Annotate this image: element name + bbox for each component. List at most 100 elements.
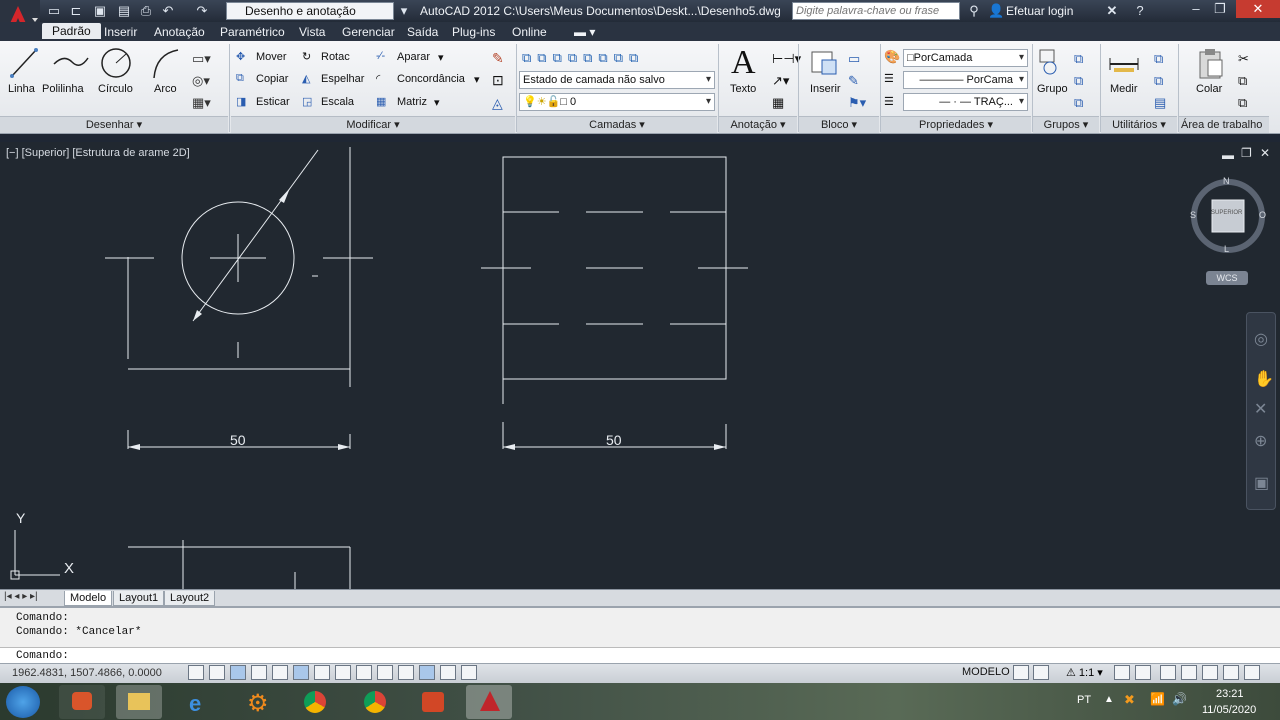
- network-icon[interactable]: 📶: [1150, 692, 1165, 706]
- clock-time[interactable]: 23:21: [1216, 688, 1244, 700]
- layer-state-select[interactable]: Estado de camada não salvo: [519, 71, 715, 89]
- tab-layout2[interactable]: Layout2: [164, 591, 216, 606]
- offset-icon[interactable]: ◬: [492, 95, 503, 112]
- hardware-acceleration-icon[interactable]: [1202, 665, 1218, 680]
- selection-cycling-button[interactable]: [461, 665, 477, 680]
- block-tool-icons[interactable]: ▭ ✎ ⚑▾: [848, 48, 866, 114]
- otrack-button[interactable]: [335, 665, 351, 680]
- internet-explorer-app[interactable]: e: [176, 685, 222, 719]
- chrome-app[interactable]: [292, 685, 338, 719]
- tab-anotacao[interactable]: Anotação: [154, 25, 205, 39]
- snap-mode-button[interactable]: [209, 665, 225, 680]
- redo-icon[interactable]: ↷: [194, 3, 210, 19]
- login-link[interactable]: Efetuar login: [1006, 4, 1073, 18]
- grid-display-button[interactable]: [230, 665, 246, 680]
- tab-parametrico[interactable]: Paramétrico: [220, 25, 285, 39]
- tool-mover[interactable]: Mover: [256, 51, 287, 63]
- open-file-icon[interactable]: ⊏: [68, 3, 84, 19]
- viewport-close-icon[interactable]: ✕: [1260, 146, 1270, 160]
- tool-espelhar[interactable]: Espelhar: [321, 73, 364, 85]
- coordinates-readout[interactable]: 1962.4831, 1507.4866, 0.0000: [12, 667, 162, 679]
- tool-linha[interactable]: Linha: [8, 83, 35, 95]
- tab-plugins[interactable]: Plug-ins: [452, 25, 495, 39]
- print-icon[interactable]: ⎙: [138, 3, 154, 19]
- viewport-minimize-icon[interactable]: ▬: [1222, 148, 1234, 162]
- status-bar-menu-icon[interactable]: [1244, 665, 1260, 680]
- layout-nav-arrows[interactable]: |◂ ◂ ▸ ▸|: [4, 591, 38, 602]
- save-icon[interactable]: ▣: [92, 3, 108, 19]
- erase-icon[interactable]: ✎: [492, 50, 504, 67]
- start-button[interactable]: [6, 686, 40, 718]
- tool-copiar[interactable]: Copiar: [256, 73, 288, 85]
- panel-anotacao-title[interactable]: Anotação ▾: [719, 116, 797, 133]
- layer-select[interactable]: 💡☀🔓□ 0: [519, 93, 715, 111]
- tool-colar[interactable]: Colar: [1196, 83, 1222, 95]
- media-player-app[interactable]: [59, 685, 105, 719]
- wcs-menu[interactable]: WCS: [1206, 271, 1248, 285]
- color-select[interactable]: □PorCamada: [903, 49, 1028, 67]
- panel-desenhar-title[interactable]: Desenhar ▾: [0, 116, 228, 133]
- tab-inserir[interactable]: Inserir: [104, 25, 137, 39]
- workspace-switching-icon[interactable]: [1160, 665, 1176, 680]
- utility-tool-icons[interactable]: ⧉ ⧉ ▤: [1154, 48, 1166, 114]
- viewcube-north[interactable]: N: [1223, 176, 1230, 186]
- close-window-button[interactable]: ✕: [1236, 0, 1280, 18]
- chevron-down-icon[interactable]: ▾: [434, 96, 440, 109]
- chevron-down-icon[interactable]: ▾: [396, 3, 412, 19]
- viewport-restore-icon[interactable]: ❐: [1241, 146, 1252, 160]
- tray-app-icon[interactable]: ✖: [1124, 692, 1135, 708]
- tool-rotac[interactable]: Rotac: [321, 51, 350, 63]
- ducs-button[interactable]: [356, 665, 372, 680]
- panel-grupos-title[interactable]: Grupos ▾: [1033, 116, 1099, 133]
- tray-expand-icon[interactable]: ▲: [1104, 694, 1114, 705]
- tool-inserir[interactable]: Inserir: [810, 83, 841, 95]
- chevron-down-icon[interactable]: ▾: [474, 73, 480, 86]
- quick-view-drawings-button[interactable]: [1033, 665, 1049, 680]
- polar-tracking-button[interactable]: [272, 665, 288, 680]
- draw-extra-icons[interactable]: ▭▾ ◎▾ ▦▾: [192, 48, 220, 114]
- viewport-controls[interactable]: [−] [Superior] [Estrutura de arame 2D]: [6, 147, 190, 159]
- quick-view-layouts-button[interactable]: [1013, 665, 1029, 680]
- object-snap-button[interactable]: [293, 665, 309, 680]
- auto-scale-button[interactable]: [1135, 665, 1151, 680]
- layer-tool-icons[interactable]: ⧉⧉⧉⧉⧉⧉⧉⧉: [522, 50, 644, 66]
- tab-layout1[interactable]: Layout1: [113, 591, 165, 606]
- 3d-osnap-button[interactable]: [314, 665, 330, 680]
- ribbon-toggle-icon[interactable]: ▬ ▾: [574, 25, 595, 39]
- toolbar-lock-icon[interactable]: [1181, 665, 1197, 680]
- chrome-app-2[interactable]: [352, 685, 398, 719]
- drawing-canvas[interactable]: 50 50 Y X N S O L SUPERIOR WCS ◎ ✋ ✕ ⊕ ▣…: [0, 142, 1280, 590]
- tool-texto[interactable]: Texto: [730, 83, 756, 95]
- viewcube-south[interactable]: S: [1190, 210, 1196, 220]
- annotation-scale[interactable]: ⚠ 1:1 ▾: [1066, 666, 1103, 679]
- clock-date[interactable]: 11/05/2020: [1202, 704, 1256, 716]
- tool-circulo[interactable]: Círculo: [98, 83, 133, 95]
- language-indicator[interactable]: PT: [1077, 694, 1091, 706]
- save-as-icon[interactable]: ▤: [116, 3, 132, 19]
- new-file-icon[interactable]: ▭: [46, 3, 62, 19]
- panel-area-title[interactable]: Área de trabalho: [1179, 116, 1269, 133]
- tool-polilinha[interactable]: Polilinha: [42, 83, 84, 95]
- command-input[interactable]: Comando:: [0, 647, 1280, 663]
- dimension-icons[interactable]: ⊢⊣▾ ↗▾ ▦: [772, 48, 801, 114]
- tool-matriz[interactable]: Matriz: [397, 96, 427, 108]
- tool-escala[interactable]: Escala: [321, 96, 354, 108]
- ortho-mode-button[interactable]: [251, 665, 267, 680]
- settings-app[interactable]: ⚙: [236, 685, 282, 719]
- minimize-icon[interactable]: –: [1188, 1, 1204, 17]
- undo-icon[interactable]: ↶: [160, 3, 176, 19]
- tool-esticar[interactable]: Esticar: [256, 96, 290, 108]
- quick-properties-button[interactable]: [440, 665, 456, 680]
- powerpoint-app[interactable]: [410, 685, 456, 719]
- tool-arco[interactable]: Arco: [154, 83, 177, 95]
- binoculars-icon[interactable]: ⚲: [966, 3, 982, 19]
- user-icon[interactable]: 👤: [988, 3, 1004, 19]
- exchange-icon[interactable]: ✕: [1104, 3, 1120, 19]
- autocad-app[interactable]: [466, 685, 512, 719]
- tab-padrao[interactable]: Padrão: [42, 23, 101, 39]
- clipboard-tool-icons[interactable]: ✂ ⧉ ⧉: [1238, 48, 1249, 114]
- tool-aparar[interactable]: Aparar: [397, 51, 430, 63]
- tool-concordancia[interactable]: Concordância: [397, 73, 465, 85]
- infer-constraints-button[interactable]: [188, 665, 204, 680]
- panel-utilitarios-title[interactable]: Utilitários ▾: [1101, 116, 1177, 133]
